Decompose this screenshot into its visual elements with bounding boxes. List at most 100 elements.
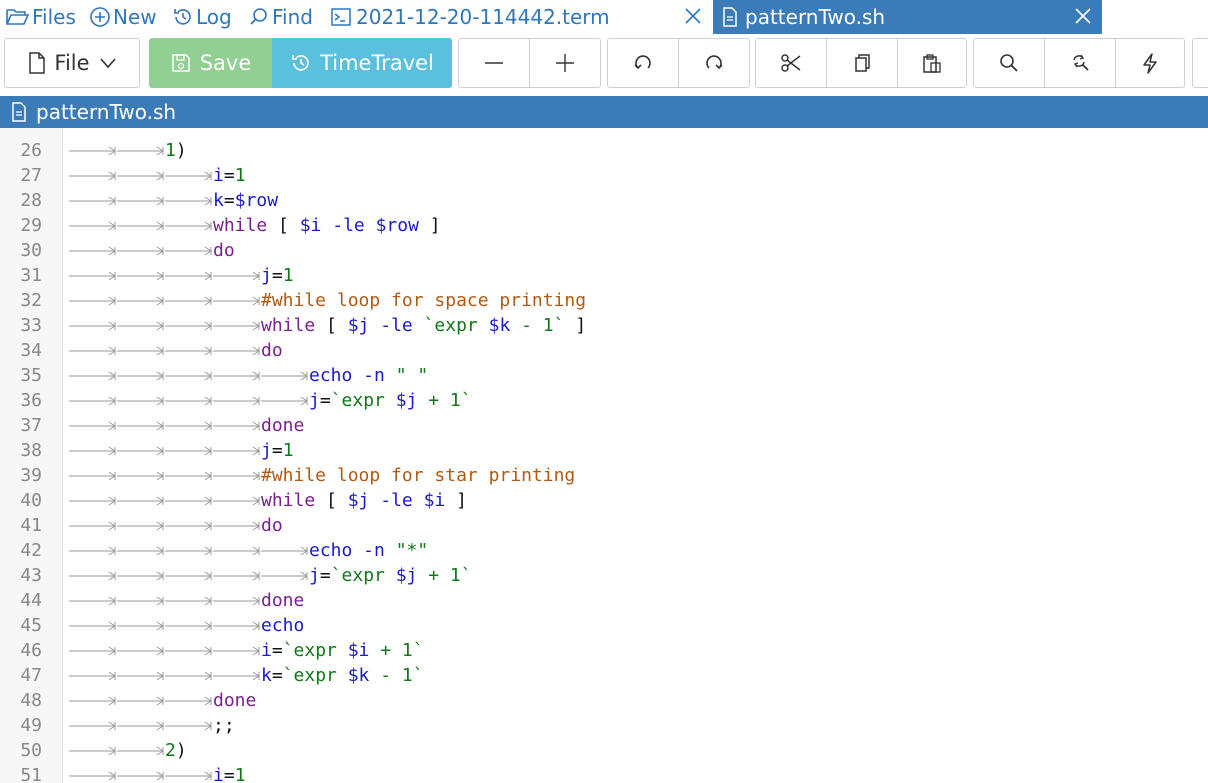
nav-find[interactable]: Find bbox=[248, 0, 313, 34]
close-icon[interactable] bbox=[682, 5, 704, 27]
tab-marker bbox=[117, 396, 164, 406]
tab-marker bbox=[213, 496, 260, 506]
zoom-in-button[interactable] bbox=[529, 38, 601, 88]
nav-new[interactable]: New bbox=[89, 0, 157, 34]
search-button[interactable] bbox=[973, 38, 1045, 88]
redo-button[interactable] bbox=[678, 38, 750, 88]
line-number: 49 bbox=[20, 715, 42, 736]
tab-indent-markers bbox=[69, 621, 260, 631]
tab-marker bbox=[117, 446, 164, 456]
code-token: 1 bbox=[234, 765, 246, 783]
search-icon bbox=[250, 8, 267, 25]
chevron-down-icon bbox=[99, 58, 116, 69]
tab-marker bbox=[69, 446, 116, 456]
code-token: + 1` bbox=[417, 390, 472, 411]
code-text: j=1 bbox=[261, 438, 294, 463]
tab-indent-markers bbox=[69, 671, 260, 681]
tab-marker bbox=[213, 571, 260, 581]
timetravel-button[interactable]: TimeTravel bbox=[272, 38, 452, 88]
code-line: 39 #while loop for star printing bbox=[0, 463, 1208, 488]
tab-marker bbox=[69, 146, 116, 156]
code-editor[interactable]: 26 1) 27 i=1 28 k=$row 29 while [ $i -le $row ]… bbox=[0, 128, 1208, 783]
tab-pattern-two-label: patternTwo.sh bbox=[745, 5, 886, 29]
code-token: k bbox=[213, 190, 224, 211]
plus-icon bbox=[556, 54, 574, 72]
code-token: `expr bbox=[282, 665, 348, 686]
code-line: 28 k=$row bbox=[0, 188, 1208, 213]
close-icon[interactable] bbox=[1072, 5, 1094, 27]
line-number: 32 bbox=[20, 290, 42, 311]
code-text: while [ $j -le $i ] bbox=[261, 488, 467, 513]
zoom-out-button[interactable] bbox=[458, 38, 530, 88]
copy-button[interactable] bbox=[826, 38, 898, 88]
code-token: `expr bbox=[330, 390, 396, 411]
tab-marker bbox=[69, 721, 116, 731]
more-button[interactable] bbox=[1192, 38, 1208, 88]
code-line: 49;; bbox=[0, 713, 1208, 738]
undo-button[interactable] bbox=[607, 38, 679, 88]
tab-marker bbox=[117, 246, 164, 256]
tab-indent-markers bbox=[69, 271, 260, 281]
tab-marker bbox=[213, 296, 260, 306]
code-line: 32 #while loop for space printing bbox=[0, 288, 1208, 313]
file-icon bbox=[29, 52, 46, 74]
tab-marker bbox=[165, 396, 212, 406]
tab-marker bbox=[69, 746, 116, 756]
code-text: 1) bbox=[165, 138, 187, 163]
tab-terminal[interactable]: 2021-12-20-114442.term bbox=[326, 0, 712, 34]
line-number: 40 bbox=[20, 490, 42, 511]
paste-button[interactable] bbox=[897, 38, 967, 88]
tab-marker bbox=[117, 671, 164, 681]
code-token: - 1` bbox=[369, 665, 424, 686]
code-text: j=`expr $j + 1` bbox=[309, 563, 472, 588]
save-button[interactable]: Save bbox=[149, 38, 272, 88]
run-button[interactable] bbox=[1115, 38, 1185, 88]
lightning-icon bbox=[1143, 53, 1157, 74]
replace-button[interactable] bbox=[1044, 38, 1116, 88]
tab-marker bbox=[117, 746, 164, 756]
tab-pattern-two[interactable]: patternTwo.sh bbox=[713, 0, 1102, 34]
tab-marker bbox=[117, 721, 164, 731]
tab-indent-markers bbox=[69, 421, 260, 431]
code-token: #while loop for space printing bbox=[261, 290, 587, 311]
tab-marker bbox=[117, 171, 164, 181]
code-token: - 1` bbox=[510, 315, 565, 336]
code-token: -le bbox=[369, 490, 424, 511]
code-token: $j bbox=[395, 565, 418, 586]
tab-indent-markers bbox=[69, 321, 260, 331]
code-text: done bbox=[261, 588, 304, 613]
tab-marker bbox=[117, 346, 164, 356]
line-number: 44 bbox=[20, 590, 42, 611]
code-token: = bbox=[319, 565, 331, 586]
code-token: while bbox=[213, 215, 268, 236]
file-menu-button[interactable]: File bbox=[4, 38, 140, 88]
tab-marker bbox=[213, 321, 260, 331]
tab-indent-markers bbox=[69, 646, 260, 656]
code-token: 1 bbox=[234, 165, 246, 186]
line-number: 34 bbox=[20, 340, 42, 361]
code-token: [ bbox=[315, 490, 348, 511]
cut-button[interactable] bbox=[755, 38, 827, 88]
tab-marker bbox=[165, 546, 212, 556]
nav-log[interactable]: Log bbox=[172, 0, 232, 34]
code-token: i bbox=[261, 640, 272, 661]
tab-marker bbox=[213, 546, 260, 556]
code-token: j bbox=[309, 390, 320, 411]
code-token: $i bbox=[423, 490, 446, 511]
code-text: j=1 bbox=[261, 263, 294, 288]
code-token: done bbox=[261, 590, 305, 611]
tab-marker bbox=[69, 471, 116, 481]
tab-marker bbox=[117, 771, 164, 781]
code-token: echo -n bbox=[309, 540, 396, 561]
tab-marker bbox=[213, 521, 260, 531]
tab-marker bbox=[165, 521, 212, 531]
tab-marker bbox=[165, 771, 212, 781]
tab-marker bbox=[165, 496, 212, 506]
line-number: 48 bbox=[20, 690, 42, 711]
code-token: while bbox=[261, 490, 316, 511]
top-nav-bar: Files New Log Find 2021-12-20-114442.ter… bbox=[0, 0, 1208, 34]
nav-files[interactable]: Files bbox=[6, 0, 76, 34]
tab-marker bbox=[213, 346, 260, 356]
code-line: 29 while [ $i -le $row ] bbox=[0, 213, 1208, 238]
code-token: echo bbox=[261, 615, 305, 636]
